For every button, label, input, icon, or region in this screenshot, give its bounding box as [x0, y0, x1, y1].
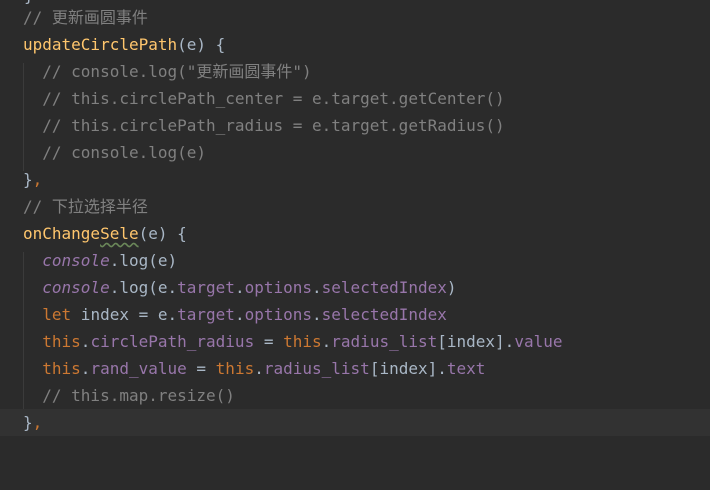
code-text: .: [312, 278, 322, 297]
code-line-2[interactable]: updateCirclePath(e) {: [0, 31, 710, 58]
closing-brace: }: [23, 170, 33, 189]
comment: // 下拉选择半径: [23, 197, 148, 216]
keyword: this: [42, 359, 81, 378]
comma: ,: [32, 170, 43, 189]
property: circlePath_radius: [90, 332, 255, 351]
property: options: [244, 278, 313, 297]
code-text: ): [446, 278, 457, 297]
code-text: .: [234, 305, 245, 324]
property: target: [177, 305, 235, 324]
code-text: [index].: [437, 332, 515, 351]
code-text: .: [321, 332, 332, 351]
code-line-15[interactable]: // this.map.resize(): [0, 382, 710, 409]
comma: ,: [32, 413, 43, 432]
code-text: (e) {: [177, 35, 226, 54]
closing-brace: }: [23, 413, 33, 432]
property: selectedIndex: [321, 278, 447, 297]
code-line-10[interactable]: console.log(e): [0, 247, 710, 274]
global-object: console: [42, 278, 110, 297]
comment: // console.log(e): [42, 143, 207, 162]
code-editor[interactable]: } // 更新画圆事件 updateCirclePath(e) { // con…: [0, 0, 710, 437]
property: selectedIndex: [321, 305, 447, 324]
comment: // this.circlePath_center = e.target.get…: [42, 89, 505, 108]
code-line-3[interactable]: // console.log("更新画圆事件"): [0, 58, 710, 85]
keyword: this: [283, 332, 322, 351]
property: target: [177, 278, 235, 297]
code-text: .log(e.: [109, 278, 178, 297]
code-text: [index].: [369, 359, 447, 378]
comment: // this.map.resize(): [42, 386, 235, 405]
code-text: .log(e): [109, 251, 178, 270]
code-line-12[interactable]: let index = e.target.options.selectedInd…: [0, 301, 710, 328]
code-line-16[interactable]: },: [0, 409, 710, 436]
property: radius_list: [263, 359, 370, 378]
code-text: .: [312, 305, 322, 324]
code-text: index = e.: [71, 305, 178, 324]
code-line-4[interactable]: // this.circlePath_center = e.target.get…: [0, 85, 710, 112]
comment: // 更新画圆事件: [23, 8, 148, 27]
function-name: onChange: [23, 224, 101, 243]
code-text: .: [234, 278, 245, 297]
keyword: this: [42, 332, 81, 351]
function-name-typo: Sele: [100, 224, 139, 243]
code-text: =: [254, 332, 284, 351]
code-line-13[interactable]: this.circlePath_radius = this.radius_lis…: [0, 328, 710, 355]
code-line-8[interactable]: // 下拉选择半径: [0, 193, 710, 220]
comment: // this.circlePath_radius = e.target.get…: [42, 116, 505, 135]
property: text: [446, 359, 486, 378]
property: value: [514, 332, 563, 351]
code-text: (e) {: [138, 224, 187, 243]
code-line-9[interactable]: onChangeSele(e) {: [0, 220, 710, 247]
keyword: let: [42, 305, 72, 324]
property: options: [244, 305, 313, 324]
function-name: updateCirclePath: [23, 35, 178, 54]
code-line-1[interactable]: // 更新画圆事件: [0, 4, 710, 31]
global-object: console: [42, 251, 110, 270]
code-line-14[interactable]: this.rand_value = this.radius_list[index…: [0, 355, 710, 382]
code-text: .: [254, 359, 264, 378]
property: rand_value: [90, 359, 187, 378]
code-line-6[interactable]: // console.log(e): [0, 139, 710, 166]
comment: // console.log("更新画圆事件"): [42, 62, 312, 81]
code-text: =: [186, 359, 216, 378]
code-line-11[interactable]: console.log(e.target.options.selectedInd…: [0, 274, 710, 301]
property: radius_list: [331, 332, 438, 351]
code-line-7[interactable]: },: [0, 166, 710, 193]
code-text: .: [80, 332, 91, 351]
code-text: .: [80, 359, 91, 378]
keyword: this: [215, 359, 255, 378]
code-line-5[interactable]: // this.circlePath_radius = e.target.get…: [0, 112, 710, 139]
